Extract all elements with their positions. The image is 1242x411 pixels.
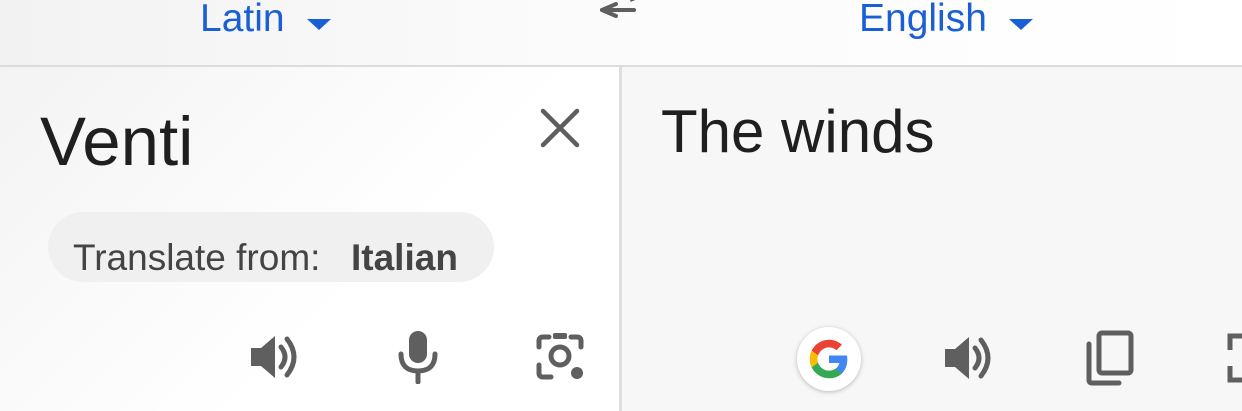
google-button[interactable] — [797, 327, 861, 391]
chevron-down-icon — [306, 18, 331, 30]
close-icon[interactable] — [540, 108, 580, 148]
microphone-icon[interactable] — [396, 330, 440, 384]
source-language-selector[interactable]: Latin — [200, 0, 331, 41]
target-language-selector[interactable]: English — [859, 0, 1033, 41]
source-language-label: Latin — [200, 0, 285, 40]
source-text-input[interactable]: Venti — [40, 102, 193, 182]
translate-from-suggestion[interactable]: Translate from: Italian — [48, 212, 494, 282]
speaker-icon[interactable] — [249, 332, 303, 382]
suggestion-language: Italian — [351, 237, 458, 278]
language-bar: Latin English — [0, 0, 1242, 67]
camera-icon[interactable] — [533, 331, 587, 383]
speaker-icon[interactable] — [943, 333, 997, 383]
pane-divider — [619, 67, 622, 411]
target-language-label: English — [859, 0, 987, 40]
expand-icon[interactable] — [1226, 332, 1242, 384]
copy-icon[interactable] — [1085, 330, 1135, 386]
swap-icon[interactable] — [594, 0, 644, 26]
suggestion-label: Translate from: — [73, 237, 321, 278]
chevron-down-icon — [1008, 18, 1033, 30]
google-icon — [809, 339, 848, 379]
translated-text: The winds — [661, 98, 935, 165]
